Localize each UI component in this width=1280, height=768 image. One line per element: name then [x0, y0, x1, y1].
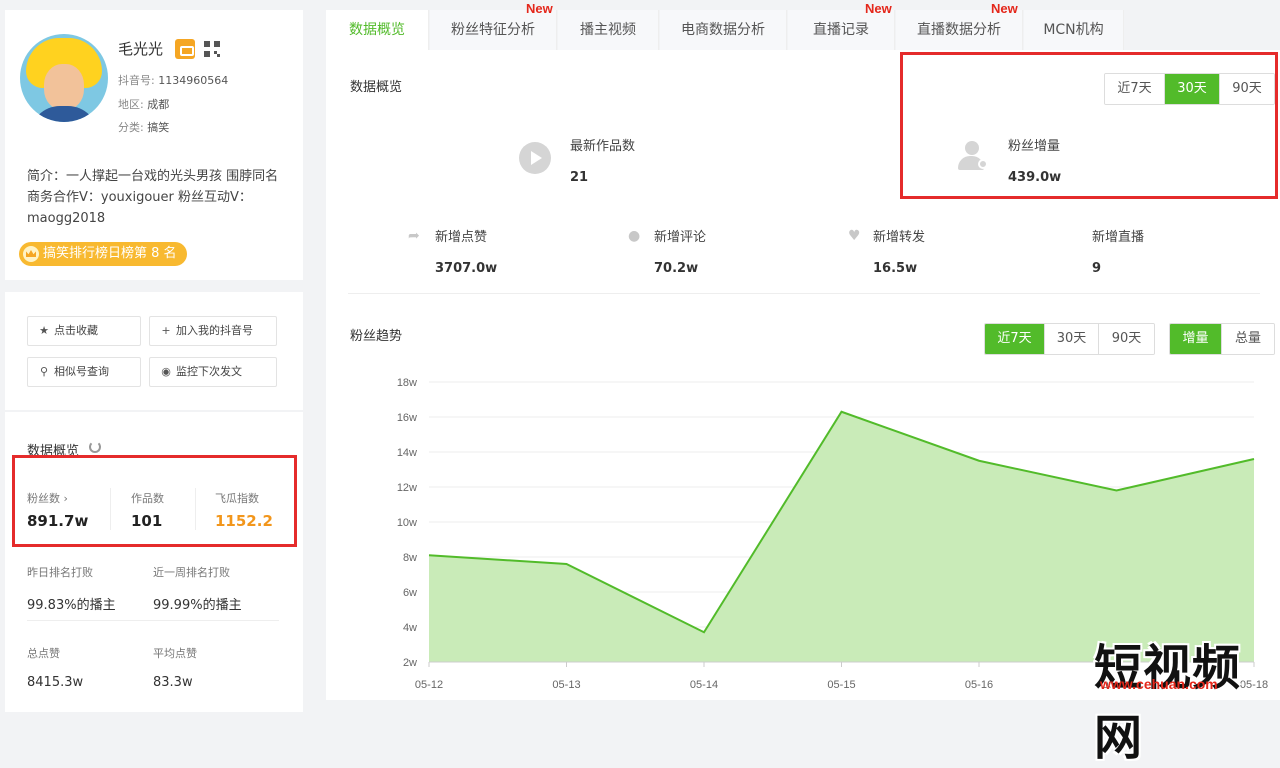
main-panel: 数据概览 粉丝特征分析 播主视频 电商数据分析 直播记录 直播数据分析 MCN机…	[326, 1, 1280, 700]
x-tick-label: 05-14	[690, 679, 718, 691]
plus-icon: +	[161, 324, 171, 337]
y-tick-label: 4w	[403, 622, 417, 634]
star-icon: ★	[39, 324, 49, 337]
similar-search-button[interactable]: ⚲ 相似号查询	[27, 357, 141, 387]
fans-stat[interactable]: 粉丝数 › 891.7w	[27, 490, 88, 530]
rank-yesterday: 昨日排名打败 99.83%的播主	[27, 566, 116, 613]
y-tick-label: 16w	[397, 412, 417, 424]
refresh-icon[interactable]	[89, 441, 101, 453]
y-tick-label: 2w	[403, 657, 417, 669]
chart-area-fill	[429, 411, 1254, 662]
y-tick-label: 18w	[397, 377, 417, 389]
works-stat: 作品数 101	[131, 492, 164, 530]
actions-card: ★ 点击收藏 + 加入我的抖音号 ⚲ 相似号查询 ◉ 监控下次发文	[5, 292, 303, 410]
watermark-url: www.cehuan.com	[1100, 676, 1218, 692]
chevron-right-icon: ›	[63, 492, 68, 505]
avatar[interactable]	[20, 34, 108, 122]
y-tick-label: 12w	[397, 482, 417, 494]
x-tick-label: 05-15	[827, 679, 855, 691]
stats-card: 数据概览 粉丝数 › 891.7w 作品数 101 飞瓜指数 1152.2 昨日…	[5, 412, 303, 712]
search-icon: ⚲	[39, 365, 49, 378]
avg-likes: 平均点赞 83.3w	[153, 647, 197, 690]
douyin-id: 抖音号: 1134960564	[118, 74, 229, 87]
fan-trend-chart[interactable]: 2w 4w 6w 8w 10w 12w 14w 16w 18w 05-12 05-13 05-14 0…	[326, 10, 1280, 700]
profile-name: 毛光光	[118, 40, 164, 58]
y-tick-label: 14w	[397, 447, 417, 459]
rank-week: 近一周排名打败 99.99%的播主	[153, 566, 242, 613]
profile-bio: 简介：一人撑起一台戏的光头男孩 围脖同名 商务合作V：youxigouer 粉丝…	[27, 169, 279, 226]
y-tick-label: 6w	[403, 587, 417, 599]
add-my-account-button[interactable]: + 加入我的抖音号	[149, 316, 277, 346]
category: 分类: 搞笑	[118, 121, 170, 134]
rank-badge[interactable]: 搞笑排行榜日榜第 8 名	[19, 242, 187, 266]
eye-icon: ◉	[161, 365, 171, 378]
monitor-button[interactable]: ◉ 监控下次发文	[149, 357, 277, 387]
x-tick-label: 05-13	[552, 679, 580, 691]
y-tick-label: 8w	[403, 552, 417, 564]
region: 地区: 成都	[118, 98, 170, 111]
verified-badge-icon	[175, 39, 195, 59]
left-panel: 毛光光 抖音号: 1134960564 地区: 成都 分类: 搞笑 简介：一人撑…	[5, 10, 303, 712]
total-likes: 总点赞 8415.3w	[27, 647, 84, 690]
y-tick-label: 10w	[397, 517, 417, 529]
favorite-button[interactable]: ★ 点击收藏	[27, 316, 141, 346]
index-stat: 飞瓜指数 1152.2	[215, 492, 273, 530]
qr-code-icon[interactable]	[204, 41, 220, 57]
watermark-logo: 短视频网	[1094, 640, 1242, 766]
crown-icon	[23, 246, 39, 262]
x-tick-label: 05-16	[965, 679, 993, 691]
x-tick-label: 05-12	[415, 679, 443, 691]
profile-card: 毛光光 抖音号: 1134960564 地区: 成都 分类: 搞笑 简介：一人撑…	[5, 10, 303, 280]
